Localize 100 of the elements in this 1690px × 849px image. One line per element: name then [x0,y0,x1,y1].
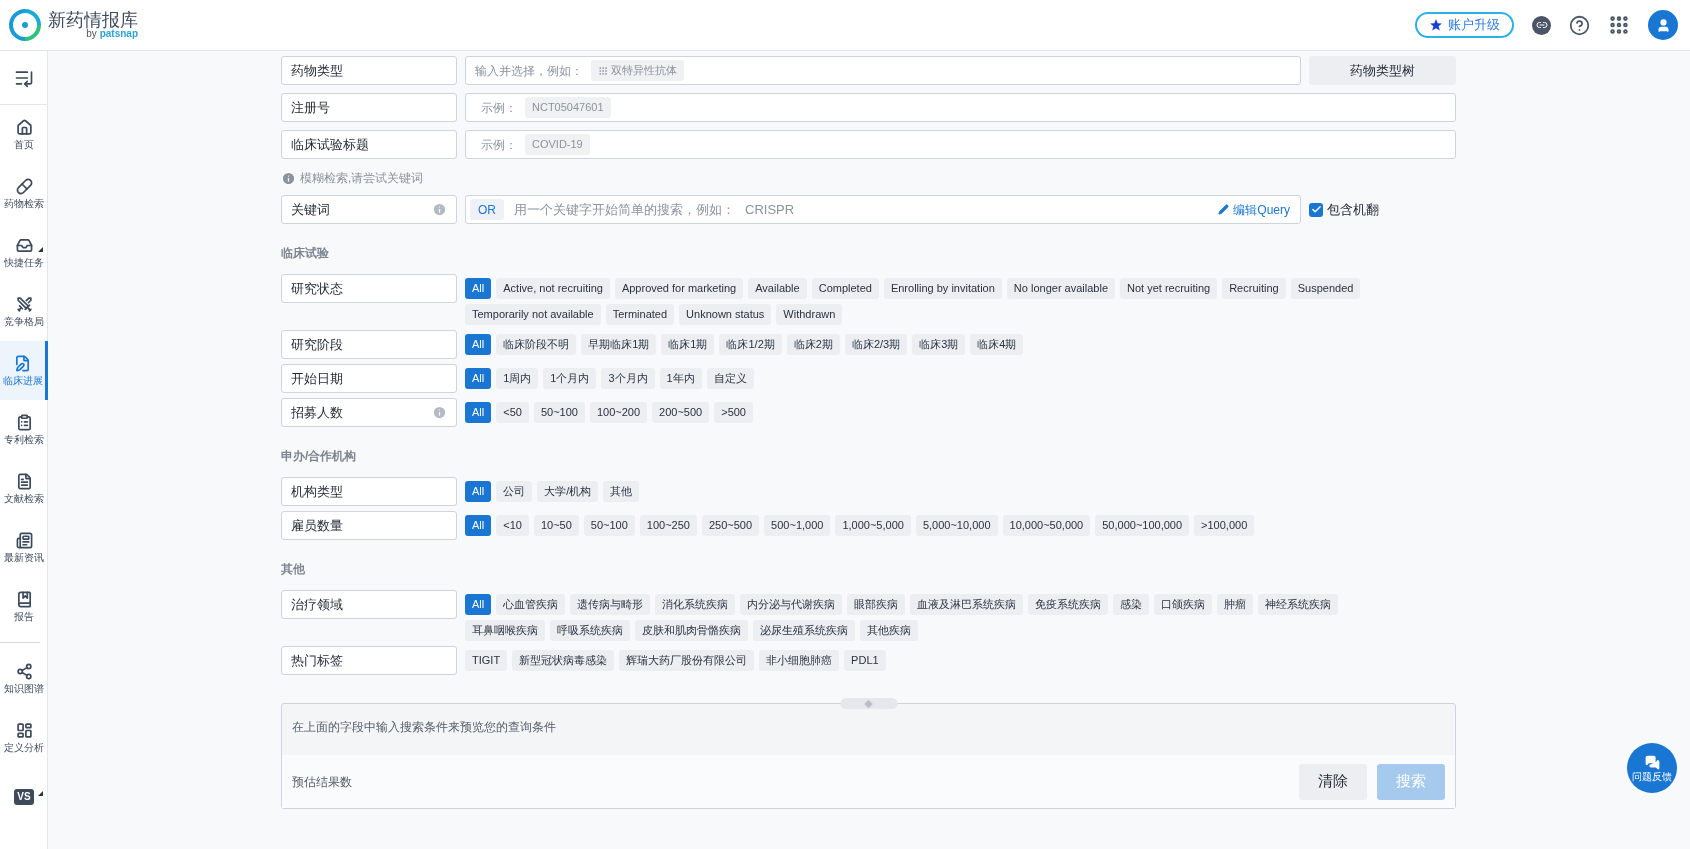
filter-chip[interactable]: 临床2期 [786,334,840,355]
filter-chip[interactable]: 遗传病与畸形 [570,594,651,615]
filter-chip[interactable]: >100,000 [1194,515,1255,536]
sidebar-item[interactable]: 竞争格局 [0,282,48,341]
filter-chip[interactable]: 1个月内 [543,368,597,389]
filter-chip[interactable]: Temporarily not available [465,304,601,325]
resize-handle[interactable] [840,698,897,709]
filter-chip[interactable]: Completed [811,278,879,299]
filter-chip[interactable]: 辉瑞大药厂股份有限公司 [619,650,755,671]
filter-chip[interactable]: Not yet recruiting [1120,278,1218,299]
filter-chip[interactable]: 呼吸系统疾病 [550,620,630,641]
filter-chip[interactable]: Terminated [605,304,675,325]
sidebar-item[interactable]: 快捷任务 [0,223,48,282]
filter-chip[interactable]: All [465,278,492,299]
filter-chip[interactable]: 耳鼻咽喉疾病 [465,620,545,641]
filter-chip[interactable]: 血液及淋巴系统疾病 [910,594,1024,615]
link-icon[interactable] [1532,15,1551,35]
filter-chip[interactable]: 50~100 [533,402,585,423]
filter-chip[interactable]: 100~250 [639,515,697,536]
upgrade-button[interactable]: 账户升级 [1415,12,1514,38]
feedback-button[interactable]: 问题反馈 [1627,743,1677,793]
filter-chip[interactable]: 5,000~10,000 [915,515,998,536]
logo-subtitle: by patsnap [86,29,138,39]
filter-chip[interactable]: All [465,481,492,502]
filter-chip[interactable]: 临床4期 [970,334,1024,355]
filter-chip[interactable]: 心血管疾病 [496,594,566,615]
filter-chip[interactable]: 感染 [1113,594,1150,615]
filter-chip[interactable]: 其他 [603,481,640,502]
filter-chip[interactable]: 1周内 [496,368,539,389]
filter-chip[interactable]: All [465,594,492,615]
filter-chip[interactable]: Available [748,278,807,299]
sidebar-item[interactable]: 文献检索 [0,459,48,518]
avatar-icon[interactable] [1648,10,1678,40]
filter-chip[interactable]: <10 [496,515,529,536]
filter-chip[interactable]: 神经系统疾病 [1258,594,1339,615]
edit-query-link[interactable]: 编辑Query [1218,200,1290,219]
checkbox[interactable] [1309,202,1323,217]
filter-chip[interactable]: All [465,402,492,423]
filter-chip[interactable]: 50~100 [583,515,635,536]
filter-chip[interactable]: 临床1/2期 [719,334,782,355]
filter-chip[interactable]: 临床阶段不明 [496,334,577,355]
filter-chip[interactable]: 内分泌与代谢疾病 [740,594,843,615]
filter-chip[interactable]: 临床3期 [912,334,966,355]
filter-chip[interactable]: Unknown status [679,304,772,325]
help-icon[interactable] [1569,14,1590,36]
filter-chip[interactable]: 眼部疾病 [847,594,906,615]
filter-chip[interactable]: 大学/机构 [537,481,599,502]
sidebar-item[interactable]: 专利检索 [0,400,48,459]
filter-chip[interactable]: 免疫系统疾病 [1028,594,1109,615]
filter-chip[interactable]: 临床2/3期 [844,334,908,355]
filter-chip[interactable]: 250~500 [701,515,760,536]
filter-chip[interactable]: 1年内 [659,368,702,389]
filter-chip[interactable]: 其他疾病 [860,620,918,641]
preview-text: 在上面的字段中输入搜索条件来预览您的查询条件 [292,720,556,734]
filter-chip[interactable]: All [465,368,492,389]
filter-chip[interactable]: Approved for marketing [614,278,744,299]
filter-chip[interactable]: 公司 [496,481,533,502]
filter-chip[interactable]: Suspended [1290,278,1361,299]
filter-chip[interactable]: PDL1 [844,650,886,671]
sidebar-item[interactable]: VS [0,767,48,826]
sidebar-item[interactable]: 报告 [0,577,48,636]
sidebar-item[interactable]: 首页 [0,105,48,164]
filter-chip[interactable]: 10~50 [533,515,579,536]
filter-chip[interactable]: 临床1期 [661,334,715,355]
sidebar-item[interactable]: 药物检索 [0,164,48,223]
filter-chip[interactable]: 50,000~100,000 [1095,515,1190,536]
filter-chip[interactable]: Enrolling by invitation [883,278,1002,299]
keyword-field[interactable]: OR 用一个关键字开始简单的搜索，例如： CRISPR 编辑Query [465,195,1301,224]
filter-chip[interactable]: 非小细胞肺癌 [759,650,840,671]
filter-chip[interactable]: TIGIT [465,650,508,671]
sidebar-item[interactable]: 知识图谱 [0,649,48,708]
filter-chip[interactable]: 肿瘤 [1217,594,1254,615]
filter-chip[interactable]: All [465,334,492,355]
filter-chip[interactable]: 新型冠状病毒感染 [512,650,615,671]
operator-tag[interactable]: OR [470,199,504,220]
sidebar-item[interactable]: 最新资讯 [0,518,48,577]
filter-chip[interactable]: 200~500 [652,402,710,423]
clear-button[interactable]: 清除 [1299,763,1367,800]
sidebar-item[interactable]: 定义分析 [0,708,48,767]
filter-chip[interactable]: 口颌疾病 [1154,594,1213,615]
filter-chip[interactable]: Recruiting [1222,278,1286,299]
filter-chip[interactable]: 泌尿生殖系统疾病 [753,620,855,641]
filter-chip[interactable]: Active, not recruiting [496,278,610,299]
filter-chip[interactable]: 自定义 [706,368,754,389]
apps-grid-icon[interactable] [1608,14,1630,36]
filter-chip[interactable]: 10,000~50,000 [1002,515,1091,536]
filter-chip[interactable]: All [465,515,492,536]
filter-chip[interactable]: <50 [496,402,529,423]
filter-chip[interactable]: 皮肤和肌肉骨骼疾病 [635,620,748,641]
drug-type-tree-button[interactable]: 药物类型树 [1309,56,1456,85]
filter-chip[interactable]: >500 [714,402,753,423]
filter-chip[interactable]: No longer available [1006,278,1115,299]
filter-chip[interactable]: Withdrawn [776,304,843,325]
filter-chip[interactable]: 消化系统疾病 [655,594,736,615]
filter-chip[interactable]: 1,000~5,000 [835,515,911,536]
filter-chip[interactable]: 3个月内 [601,368,655,389]
sidebar-item[interactable]: 临床进展 [0,341,48,400]
filter-chip[interactable]: 500~1,000 [764,515,831,536]
filter-chip[interactable]: 早期临床1期 [581,334,657,355]
filter-chip[interactable]: 100~200 [589,402,648,423]
